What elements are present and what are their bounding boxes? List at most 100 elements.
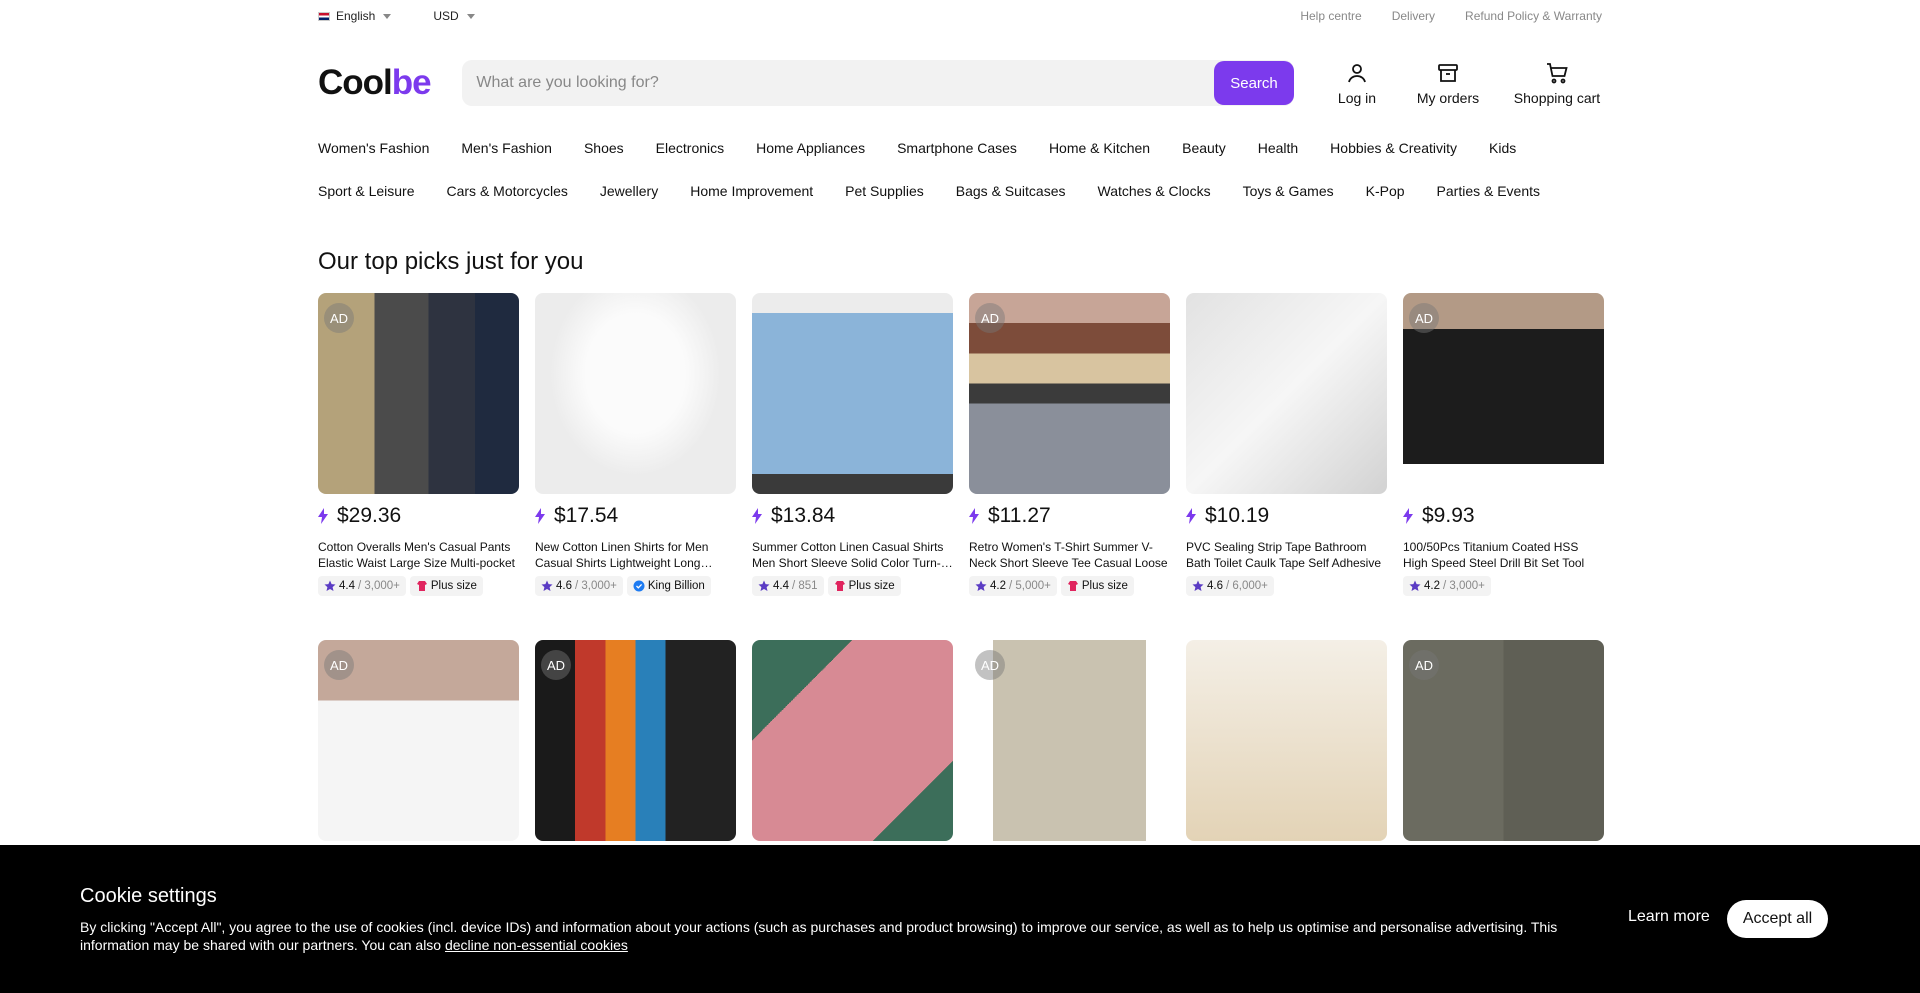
ad-badge: AD [1409, 303, 1439, 333]
delivery-link[interactable]: Delivery [1392, 9, 1435, 23]
category-link[interactable]: Kids [1489, 140, 1516, 160]
rating-value: 4.6 [556, 580, 572, 592]
price-value: $10.19 [1205, 504, 1270, 527]
review-count: / 3,000+ [358, 580, 400, 592]
lightning-icon [1186, 508, 1205, 524]
category-link[interactable]: Pet Supplies [845, 183, 924, 203]
shirt-icon [1067, 580, 1079, 592]
accept-all-button[interactable]: Accept all [1727, 900, 1828, 938]
product-image[interactable]: AD [1403, 640, 1604, 841]
product-image[interactable] [1186, 640, 1387, 841]
price-value: $9.93 [1422, 504, 1475, 527]
product-grid: AD $29.36 Cotton Overalls Men's Casual Pan… [318, 293, 1604, 596]
product-card[interactable]: AD [969, 640, 1170, 841]
product-image[interactable]: AD [1403, 293, 1604, 494]
review-count: / 5,000+ [1009, 580, 1051, 592]
category-link[interactable]: Smartphone Cases [897, 140, 1017, 160]
product-card[interactable]: AD [318, 640, 519, 841]
product-card[interactable]: AD [1403, 640, 1604, 841]
product-price: $17.54 [535, 504, 736, 528]
my-orders-button[interactable]: My orders [1408, 61, 1488, 106]
cookie-title: Cookie settings [80, 885, 217, 907]
category-link[interactable]: Toys & Games [1243, 183, 1334, 203]
rating-value: 4.4 [339, 580, 355, 592]
product-name[interactable]: Retro Women's T-Shirt Summer V-Neck Shor… [969, 539, 1170, 571]
lightning-icon [1403, 508, 1422, 524]
login-button[interactable]: Log in [1328, 61, 1386, 106]
star-icon [975, 580, 987, 592]
product-badge: King Billion [626, 576, 711, 596]
product-image[interactable] [535, 293, 736, 494]
product-name[interactable]: PVC Sealing Strip Tape Bathroom Bath Toi… [1186, 539, 1387, 571]
review-count: / 3,000+ [1443, 580, 1485, 592]
category-link[interactable]: Electronics [656, 140, 724, 160]
user-icon [1348, 63, 1366, 82]
review-count: / 6,000+ [1226, 580, 1268, 592]
category-link[interactable]: Women's Fashion [318, 140, 429, 160]
ad-badge: AD [975, 650, 1005, 680]
flag-icon [318, 11, 330, 21]
product-name[interactable]: 100/50Pcs Titanium Coated HSS High Speed… [1403, 539, 1604, 571]
category-link[interactable]: Jewellery [600, 183, 658, 203]
product-card[interactable] [752, 640, 953, 841]
star-icon [324, 580, 336, 592]
currency-selector[interactable]: USD [433, 9, 475, 23]
shopping-cart-button[interactable]: Shopping cart [1512, 61, 1602, 106]
lightning-icon [318, 508, 337, 524]
badge-label: Plus size [848, 580, 895, 592]
product-card[interactable]: $17.54 New Cotton Linen Shirts for Men Ca… [535, 293, 736, 596]
help-centre-link[interactable]: Help centre [1300, 9, 1361, 23]
product-card[interactable]: AD $29.36 Cotton Overalls Men's Casual Pan… [318, 293, 519, 596]
learn-more-button[interactable]: Learn more [1628, 908, 1710, 926]
category-link[interactable]: Beauty [1182, 140, 1226, 160]
category-link[interactable]: Home Improvement [690, 183, 813, 203]
category-link[interactable]: K-Pop [1366, 183, 1405, 203]
product-price: $11.27 [969, 504, 1170, 528]
product-image[interactable] [1186, 293, 1387, 494]
box-icon [1438, 63, 1458, 82]
refund-policy-link[interactable]: Refund Policy & Warranty [1465, 9, 1602, 23]
category-link[interactable]: Watches & Clocks [1098, 183, 1211, 203]
cart-icon [1547, 62, 1568, 83]
product-grid-row-2: AD AD AD AD [318, 640, 1604, 841]
star-icon [1192, 580, 1204, 592]
category-link[interactable]: Sport & Leisure [318, 183, 415, 203]
product-image[interactable]: AD [969, 293, 1170, 494]
product-image[interactable]: AD [318, 640, 519, 841]
logo[interactable]: Coolbe [318, 63, 462, 103]
language-selector[interactable]: English [318, 9, 392, 23]
product-name[interactable]: Summer Cotton Linen Casual Shirts Men Sh… [752, 539, 953, 571]
product-name[interactable]: New Cotton Linen Shirts for Men Casual S… [535, 539, 736, 571]
product-card[interactable]: AD $9.93 100/50Pcs Titanium Coated HSS Hig… [1403, 293, 1604, 596]
decline-cookies-link[interactable]: decline non-essential cookies [445, 937, 628, 953]
category-link[interactable]: Home & Kitchen [1049, 140, 1150, 160]
product-card[interactable]: AD [535, 640, 736, 841]
star-icon [1409, 580, 1421, 592]
product-image[interactable]: AD [969, 640, 1170, 841]
product-name[interactable]: Cotton Overalls Men's Casual Pants Elast… [318, 539, 519, 571]
category-link[interactable]: Bags & Suitcases [956, 183, 1066, 203]
search-button[interactable]: Search [1214, 61, 1294, 105]
search-input[interactable] [476, 74, 1214, 92]
product-card[interactable]: AD $11.27 Retro Women's T-Shirt Summer V-N… [969, 293, 1170, 596]
category-link[interactable]: Parties & Events [1437, 183, 1541, 203]
chevron-down-icon [466, 13, 475, 19]
badge-label: Plus size [430, 580, 477, 592]
category-link[interactable]: Cars & Motorcycles [447, 183, 568, 203]
product-card[interactable] [1186, 640, 1387, 841]
product-card[interactable]: $10.19 PVC Sealing Strip Tape Bathroom Ba… [1186, 293, 1387, 596]
product-image[interactable] [752, 640, 953, 841]
currency-label: USD [433, 9, 459, 23]
shirt-icon [834, 580, 846, 592]
product-image[interactable]: AD [535, 640, 736, 841]
category-link[interactable]: Shoes [584, 140, 624, 160]
product-image[interactable]: AD [318, 293, 519, 494]
product-image[interactable] [752, 293, 953, 494]
category-link[interactable]: Health [1258, 140, 1298, 160]
product-card[interactable]: $13.84 Summer Cotton Linen Casual Shirts … [752, 293, 953, 596]
category-link[interactable]: Hobbies & Creativity [1330, 140, 1457, 160]
product-badge: Plus size [1060, 576, 1134, 596]
cookie-banner: Cookie settings By clicking "Accept All"… [0, 845, 1920, 993]
category-link[interactable]: Men's Fashion [461, 140, 552, 160]
category-link[interactable]: Home Appliances [756, 140, 865, 160]
